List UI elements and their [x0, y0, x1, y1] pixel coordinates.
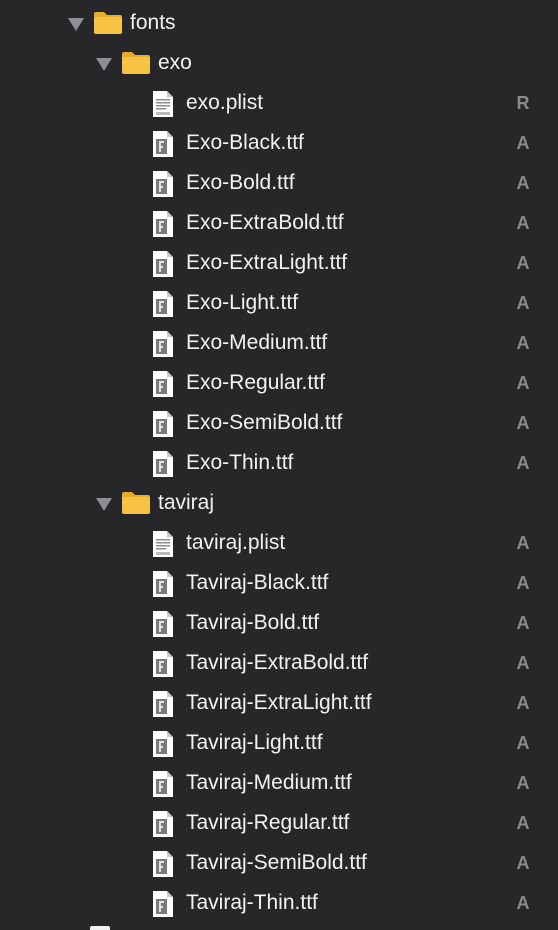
file-name: Taviraj-Medium.ttf	[186, 771, 352, 794]
font-file-icon	[153, 131, 173, 157]
folder-icon	[122, 52, 150, 74]
file-name: Exo-Medium.ttf	[186, 331, 328, 354]
file-row[interactable]: Exo-Bold.ttf A	[0, 164, 558, 204]
scm-status-badge: A	[516, 413, 530, 433]
file-row[interactable]: Exo-SemiBold.ttf A	[0, 404, 558, 444]
file-name: Taviraj-SemiBold.ttf	[186, 851, 367, 874]
file-row[interactable]: Taviraj-Light.ttf A	[0, 724, 558, 764]
scm-status-badge: R	[516, 93, 530, 113]
file-row[interactable]: Exo-ExtraBold.ttf A	[0, 204, 558, 244]
scm-status-badge: A	[516, 733, 530, 753]
file-row[interactable]: Exo-Medium.ttf A	[0, 324, 558, 364]
scm-status-badge: A	[516, 693, 530, 713]
file-row[interactable]: Exo-Light.ttf A	[0, 284, 558, 324]
font-file-icon	[153, 451, 173, 477]
file-name: Exo-Regular.ttf	[186, 371, 325, 394]
file-row[interactable]: Exo-Black.ttf A	[0, 124, 558, 164]
file-row[interactable]: exo.plist R	[0, 84, 558, 124]
scm-status-badge: A	[516, 213, 530, 233]
file-name: Exo-Light.ttf	[186, 291, 299, 314]
font-file-icon	[153, 291, 173, 317]
file-row[interactable]: Exo-Regular.ttf A	[0, 364, 558, 404]
scm-status-badge: A	[516, 853, 530, 873]
file-name: Exo-ExtraBold.ttf	[186, 211, 344, 234]
scm-status-badge: A	[516, 613, 530, 633]
folder-row-exo[interactable]: exo	[0, 44, 558, 84]
file-name: exo.plist	[186, 91, 264, 114]
file-icon	[90, 926, 110, 930]
scm-status-badge: A	[516, 653, 530, 673]
folder-row-taviraj[interactable]: taviraj	[0, 484, 558, 524]
file-row[interactable]: Taviraj-Thin.ttf A	[0, 884, 558, 924]
file-row[interactable]: Taviraj-ExtraBold.ttf A	[0, 644, 558, 684]
scm-status-badge: A	[516, 133, 530, 153]
file-name: Exo-ExtraLight.ttf	[186, 251, 348, 274]
scm-status-badge: A	[516, 813, 530, 833]
folder-name: fonts	[130, 11, 176, 34]
file-name: Taviraj-Bold.ttf	[186, 611, 320, 634]
plist-file-icon	[153, 91, 173, 117]
file-row[interactable]: Taviraj-SemiBold.ttf A	[0, 844, 558, 884]
file-row[interactable]: taviraj.plist A	[0, 524, 558, 564]
disclosure-triangle-icon[interactable]	[96, 58, 112, 71]
folder-row-fonts[interactable]: fonts	[0, 4, 558, 44]
file-name: Taviraj-Light.ttf	[186, 731, 323, 754]
folder-name: exo	[158, 51, 192, 74]
folder-name: taviraj	[158, 491, 215, 514]
scm-status-badge: A	[516, 253, 530, 273]
file-name: Taviraj-ExtraLight.ttf	[186, 691, 372, 714]
file-row[interactable]: Exo-Thin.ttf A	[0, 444, 558, 484]
font-file-icon	[153, 731, 173, 757]
file-name: Exo-SemiBold.ttf	[186, 411, 343, 434]
font-file-icon	[153, 171, 173, 197]
file-name: Exo-Bold.ttf	[186, 171, 295, 194]
scm-status-badge: A	[516, 293, 530, 313]
font-file-icon	[153, 331, 173, 357]
scm-status-badge: A	[516, 333, 530, 353]
scm-status-badge: A	[516, 453, 530, 473]
disclosure-triangle-icon[interactable]	[96, 498, 112, 511]
file-row[interactable]: Taviraj-ExtraLight.ttf A	[0, 684, 558, 724]
file-row[interactable]: Taviraj-Black.ttf A	[0, 564, 558, 604]
font-file-icon	[153, 891, 173, 917]
file-name: taviraj.plist	[186, 531, 286, 554]
scm-status-badge: A	[516, 573, 530, 593]
font-file-icon	[153, 211, 173, 237]
scm-status-badge: A	[516, 893, 530, 913]
font-file-icon	[153, 371, 173, 397]
file-row[interactable]: Taviraj-Medium.ttf A	[0, 764, 558, 804]
scm-status-badge: A	[516, 773, 530, 793]
disclosure-triangle-icon[interactable]	[68, 18, 84, 31]
scm-status-badge: A	[516, 373, 530, 393]
scm-status-badge: A	[516, 533, 530, 553]
folder-icon	[94, 12, 122, 34]
scm-status-badge: A	[516, 173, 530, 193]
font-file-icon	[153, 851, 173, 877]
file-row[interactable]: Exo-ExtraLight.ttf A	[0, 244, 558, 284]
font-file-icon	[153, 651, 173, 677]
file-name: Taviraj-Black.ttf	[186, 571, 329, 594]
font-file-icon	[153, 611, 173, 637]
project-navigator: fonts exo exo.plist R Exo-Black.ttf A Ex…	[0, 0, 558, 930]
file-row-partial[interactable]	[0, 920, 558, 930]
file-name: Taviraj-Thin.ttf	[186, 891, 318, 914]
file-name: Taviraj-Regular.ttf	[186, 811, 350, 834]
file-name: Exo-Thin.ttf	[186, 451, 294, 474]
font-file-icon	[153, 571, 173, 597]
font-file-icon	[153, 691, 173, 717]
plist-file-icon	[153, 531, 173, 557]
file-row[interactable]: Taviraj-Regular.ttf A	[0, 804, 558, 844]
font-file-icon	[153, 251, 173, 277]
font-file-icon	[153, 411, 173, 437]
font-file-icon	[153, 811, 173, 837]
file-row[interactable]: Taviraj-Bold.ttf A	[0, 604, 558, 644]
font-file-icon	[153, 771, 173, 797]
file-name: Exo-Black.ttf	[186, 131, 304, 154]
folder-icon	[122, 492, 150, 514]
file-name: Taviraj-ExtraBold.ttf	[186, 651, 369, 674]
